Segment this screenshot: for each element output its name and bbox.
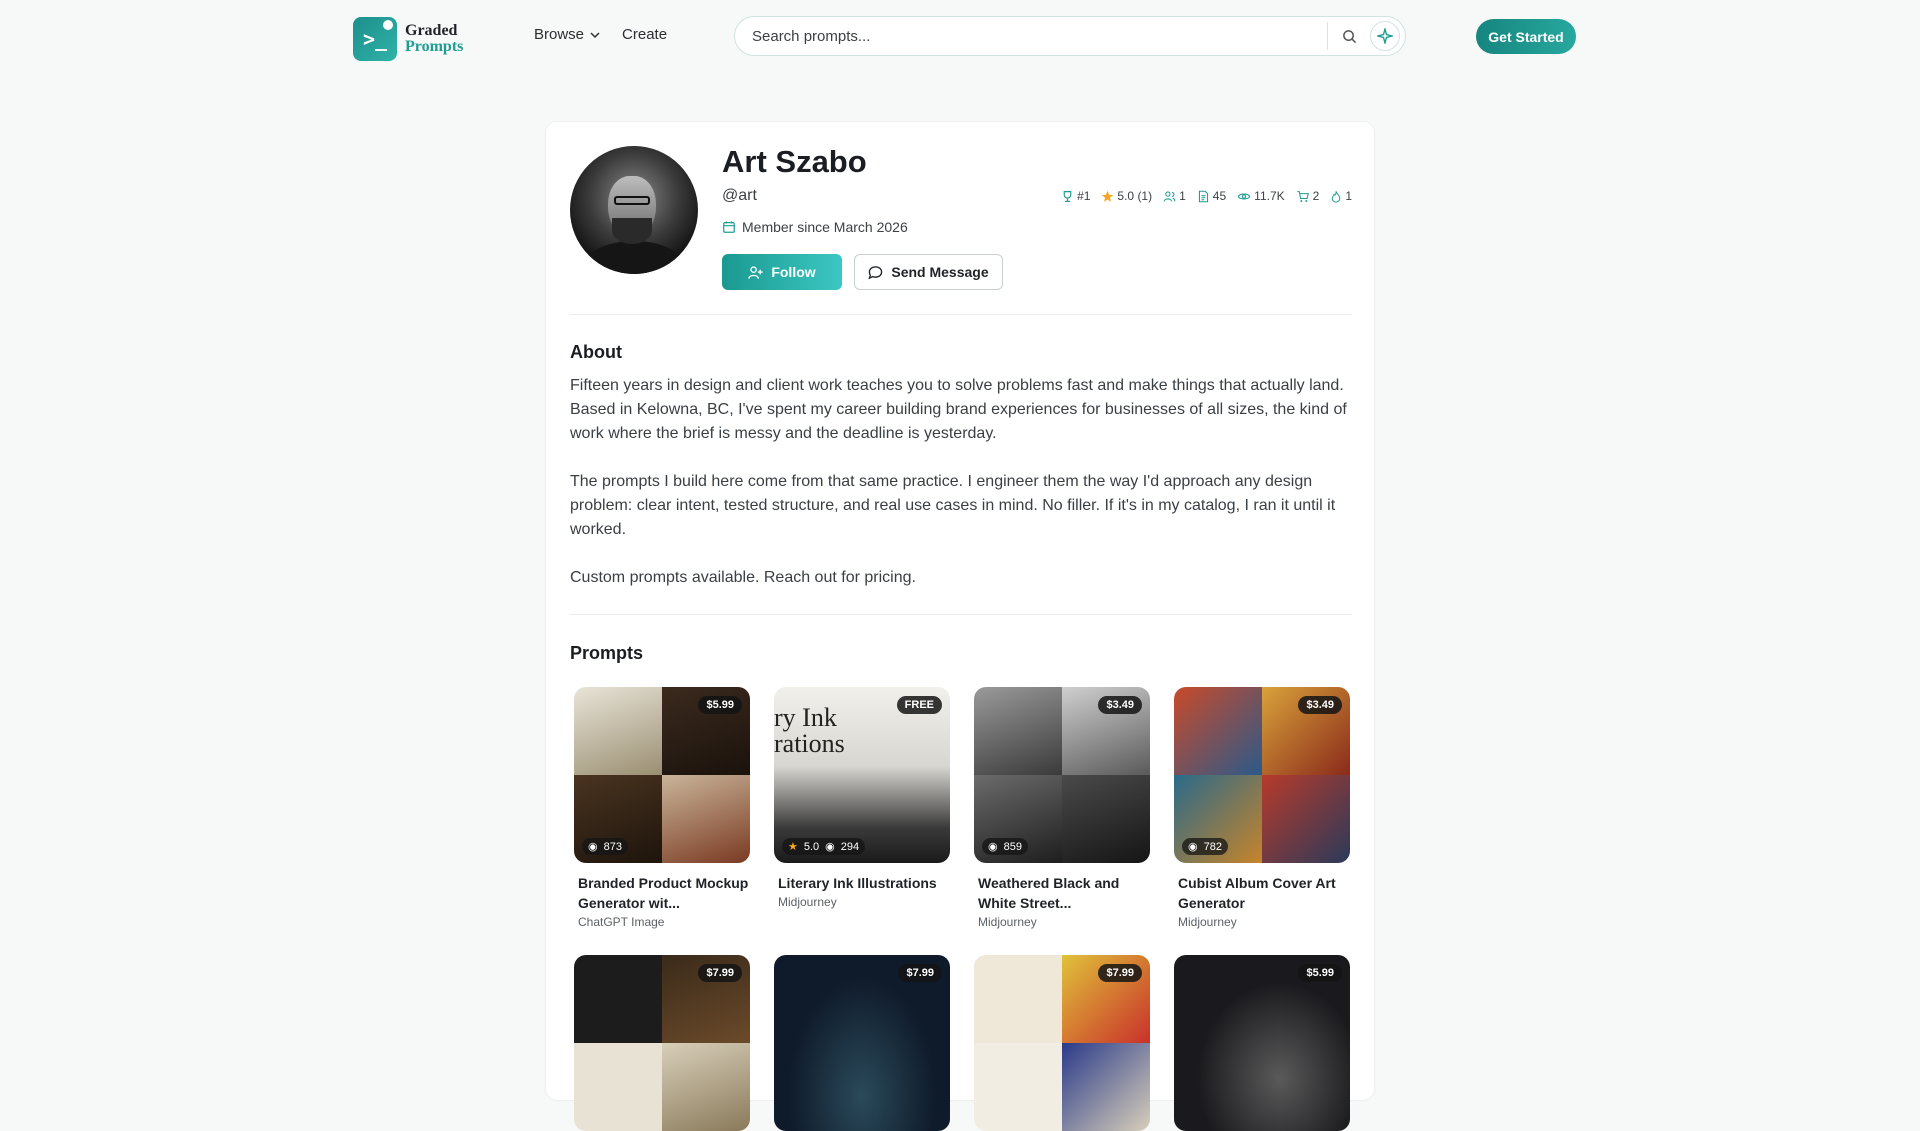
about-heading: About [570,342,622,362]
prompt-thumbnail: $7.99 [574,955,750,1131]
eye-icon [1237,193,1251,199]
stat-prompts-value: 45 [1212,189,1227,203]
follow-button-label: Follow [771,264,816,280]
stat-rank: #1 [1061,189,1090,203]
follow-button[interactable]: Follow [722,254,842,290]
message-bubble-icon [868,265,883,279]
views-count: 782 [1203,840,1222,853]
stat-followers-value: 1 [1179,189,1186,203]
trophy-icon [1063,190,1072,202]
price-badge: $3.49 [1298,696,1342,714]
prompt-category: Midjourney [1178,915,1237,929]
views-count: 873 [603,840,622,853]
search-icon[interactable] [1338,25,1360,47]
prompt-thumbnail: $3.49 ◉ 782 [1174,687,1350,863]
send-message-label: Send Message [891,264,989,280]
profile-stats: #1 5.0 (1) 1 45 11.7K 2 1 [1061,189,1352,203]
nav-create[interactable]: Create [622,26,667,43]
profile-card: Art Szabo @art Member since March 2026 #… [545,121,1375,1131]
stat-rating: 5.0 (1) [1101,189,1152,203]
price-badge: $7.99 [1098,964,1142,982]
prompt-category: Midjourney [778,895,837,909]
stat-views: 11.7K [1237,189,1285,203]
users-icon [1163,190,1176,202]
prompt-title: Weathered Black and White Street... [978,875,1120,911]
logo-text-line1: Graded [405,22,458,39]
prompt-thumbnail: $5.99 [1174,955,1350,1131]
send-message-button[interactable]: Send Message [854,254,1003,290]
prompt-title: Literary Ink Illustrations [778,875,937,891]
stat-favorites: 1 [1330,189,1352,203]
stat-views-value: 11.7K [1254,189,1285,203]
search-bar [734,16,1406,56]
logo[interactable]: >_ Graded Prompts [353,17,463,61]
search-input[interactable] [752,27,1327,45]
price-badge: $7.99 [898,964,942,982]
stat-sales: 2 [1296,189,1320,203]
eye-icon: ◉ [588,841,598,853]
prompt-title: Branded Product Mockup Generator wit... [578,875,749,911]
eye-icon: ◉ [1188,841,1198,853]
stat-prompts: 45 [1197,189,1226,203]
star-icon [1102,190,1114,202]
divider [570,614,1352,615]
views-badge: ◉ 782 [1182,838,1228,855]
rating-value: 5.0 [803,840,820,853]
chevron-down-icon [590,31,600,38]
prompt-thumbnail: $7.99 [974,955,1150,1131]
price-badge: $5.99 [698,696,742,714]
stat-sales-value: 2 [1312,189,1320,203]
star-icon: ★ [788,841,798,853]
logo-text-line2: Prompts [405,38,464,55]
price-badge: $3.49 [1098,696,1142,714]
ai-sparkle-search-button[interactable] [1370,21,1400,51]
user-plus-icon [748,265,763,279]
views-count: 294 [840,840,860,853]
profile-name: Art Szabo [722,144,867,179]
views-count: 859 [1003,840,1022,853]
divider [570,314,1352,315]
search-divider [1327,22,1328,50]
document-icon [1198,190,1208,202]
eye-icon: ◉ [988,841,998,853]
prompt-title: Cubist Album Cover Art Generator [1178,875,1336,911]
prompt-thumbnail: $3.49 ◉ 859 [974,687,1150,863]
prompt-category: ChatGPT Image [578,915,665,929]
views-badge: ◉ 873 [582,838,628,855]
get-started-button[interactable]: Get Started [1476,19,1576,54]
flame-icon [1332,190,1341,203]
price-badge: $5.99 [1298,964,1342,982]
views-badge: ◉ 859 [982,838,1028,855]
nav-browse[interactable]: Browse [534,26,600,43]
stat-favorites-value: 1 [1345,189,1352,203]
top-nav-bar: >_ Graded Prompts Browse Create Get Star… [0,0,1920,74]
prompt-thumbnail: $5.99 ◉ 873 [574,687,750,863]
prompt-category: Midjourney [978,915,1037,929]
member-since-text: Member since March 2026 [742,219,908,235]
avatar [570,146,698,274]
prompts-heading: Prompts [570,643,644,663]
stat-rating-value: 5.0 (1) [1117,189,1153,203]
about-paragraph-3: Custom prompts available. Reach out for … [570,569,916,586]
terminal-logo-icon: >_ [353,17,397,61]
cart-icon [1296,190,1309,202]
price-badge: FREE [896,696,942,714]
stat-followers: 1 [1163,189,1186,203]
prompt-thumbnail: ry Ink rations FREE ★ 5.0 ◉ 294 [774,687,950,863]
profile-handle: @art [722,187,757,204]
eye-icon: ◉ [825,841,835,853]
calendar-icon [723,221,735,233]
nav-browse-label: Browse [534,26,585,43]
about-paragraph-2: The prompts I build here come from that … [570,473,1336,538]
member-since: Member since March 2026 [722,219,908,235]
price-badge: $7.99 [698,964,742,982]
sparkle-icon [1377,28,1393,44]
about-paragraph-1: Fifteen years in design and client work … [570,377,1347,442]
prompt-thumbnail: $7.99 [774,955,950,1131]
rating-views-badge: ★ 5.0 ◉ 294 [782,838,866,855]
stat-rank-value: #1 [1077,189,1091,203]
